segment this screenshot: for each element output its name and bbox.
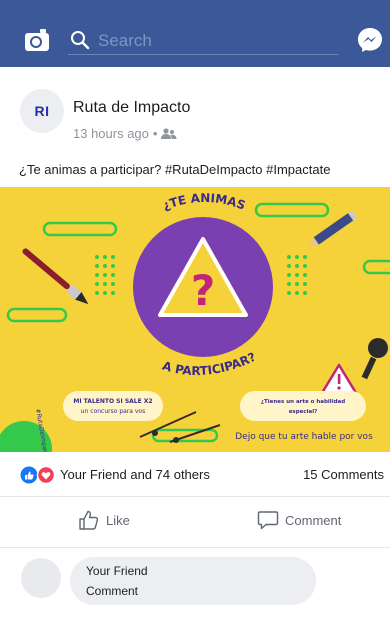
reaction-summary[interactable]: Your Friend and 74 others — [60, 467, 210, 482]
left-card-line2: un concurso para vos — [81, 408, 145, 415]
search-input[interactable] — [96, 28, 330, 54]
left-card-line1: MI TALENTO SI SALE X2 — [73, 398, 152, 405]
like-button[interactable]: Like — [78, 509, 130, 531]
search-bar[interactable] — [68, 28, 338, 55]
page-name[interactable]: Ruta de Impacto — [73, 99, 190, 117]
comment-bubble-icon — [257, 511, 279, 530]
right-card-line2: especial? — [289, 409, 318, 415]
top-bar — [0, 0, 390, 67]
comments-count[interactable]: 15 Comments — [303, 467, 384, 482]
commenter-name[interactable]: Your Friend — [86, 564, 148, 578]
right-card-line1: ¿Tienes un arte o habilidad — [261, 399, 345, 405]
friends-privacy-icon — [161, 127, 177, 139]
question-mark-text: ? — [191, 266, 215, 315]
actions-row: Like Comment — [0, 497, 390, 548]
commenter-avatar[interactable] — [21, 558, 61, 598]
reactions-row: Your Friend and 74 others 15 Comments — [0, 452, 390, 497]
comment-button[interactable]: Comment — [257, 509, 341, 531]
post-header: RI Ruta de Impacto 13 hours ago • — [0, 67, 390, 157]
comment-text: Comment — [86, 584, 139, 598]
search-icon — [71, 31, 90, 50]
camera-icon[interactable] — [24, 28, 50, 52]
page-avatar[interactable]: RI — [20, 89, 64, 133]
comment-bubble[interactable]: Your Friend Comment — [70, 557, 316, 605]
post-caption: ¿Te animas a participar? #RutaDeImpacto … — [19, 162, 331, 177]
like-label: Like — [106, 512, 130, 528]
comment-label: Comment — [285, 512, 342, 528]
right-caption: Dejo que tu arte hable por vos — [235, 432, 373, 442]
post-time[interactable]: 13 hours ago — [73, 126, 149, 141]
reaction-icons[interactable] — [20, 466, 56, 484]
post-image-graphic: ? ¿TE ANIMAS A PARTICIPAR? MI TALENTO SI… — [0, 187, 390, 452]
thumbs-up-icon — [79, 510, 99, 530]
separator-dot: • — [152, 126, 158, 141]
comment-preview: Your Friend Comment — [0, 547, 390, 620]
messenger-icon[interactable] — [357, 27, 383, 53]
post-image[interactable]: ? ¿TE ANIMAS A PARTICIPAR? MI TALENTO SI… — [0, 187, 390, 452]
post-meta: 13 hours ago • — [73, 126, 177, 141]
